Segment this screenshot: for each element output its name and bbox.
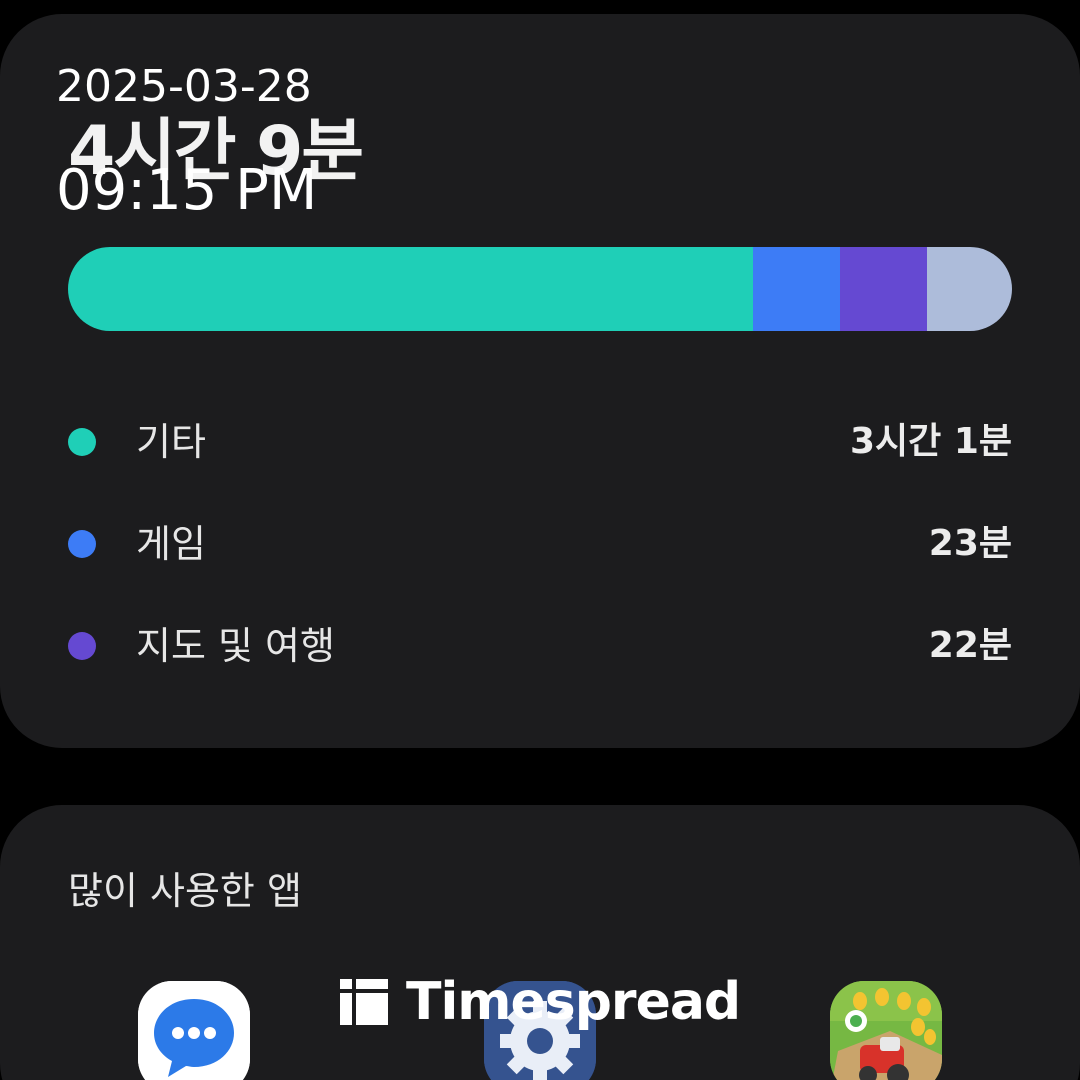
screen: 4시간 9분 기타 3시간 1분 게임 23분 지도 및 여행 22분 2025… [0, 0, 1080, 1080]
usage-bar-segment-maps-travel [840, 247, 928, 331]
legend-label: 지도 및 여행 [136, 624, 335, 668]
farm-game-icon[interactable] [830, 981, 942, 1080]
legend-item-maps-travel[interactable]: 지도 및 여행 22분 [68, 616, 1012, 676]
legend-label: 게임 [136, 522, 206, 566]
legend-dot [68, 530, 96, 558]
usage-bar-segment-rest [927, 247, 1012, 331]
legend-item-other[interactable]: 기타 3시간 1분 [68, 412, 1012, 472]
watermark-text: Timespread [406, 972, 741, 1032]
usage-card[interactable]: 4시간 9분 기타 3시간 1분 게임 23분 지도 및 여행 22분 [0, 14, 1080, 748]
legend-value: 22분 [928, 625, 1012, 666]
legend-value: 23분 [928, 523, 1012, 564]
legend-item-games[interactable]: 게임 23분 [68, 514, 1012, 574]
timespread-logo-icon [340, 979, 388, 1025]
legend-value: 3시간 1분 [850, 421, 1012, 462]
timespread-watermark: Timespread [340, 972, 741, 1032]
usage-bar-segment-games [753, 247, 841, 331]
usage-breakdown-bar [68, 247, 1012, 331]
usage-bar-segment-other [68, 247, 754, 331]
most-used-apps-card: 많이 사용한 앱 [0, 805, 1080, 1080]
overlay-time: 09:15 PM [56, 158, 318, 223]
overlay-date: 2025-03-28 [56, 61, 312, 112]
legend-dot [68, 632, 96, 660]
legend-dot [68, 428, 96, 456]
legend-label: 기타 [136, 420, 206, 464]
messages-icon[interactable] [138, 981, 250, 1080]
most-used-apps-title: 많이 사용한 앱 [68, 869, 302, 913]
